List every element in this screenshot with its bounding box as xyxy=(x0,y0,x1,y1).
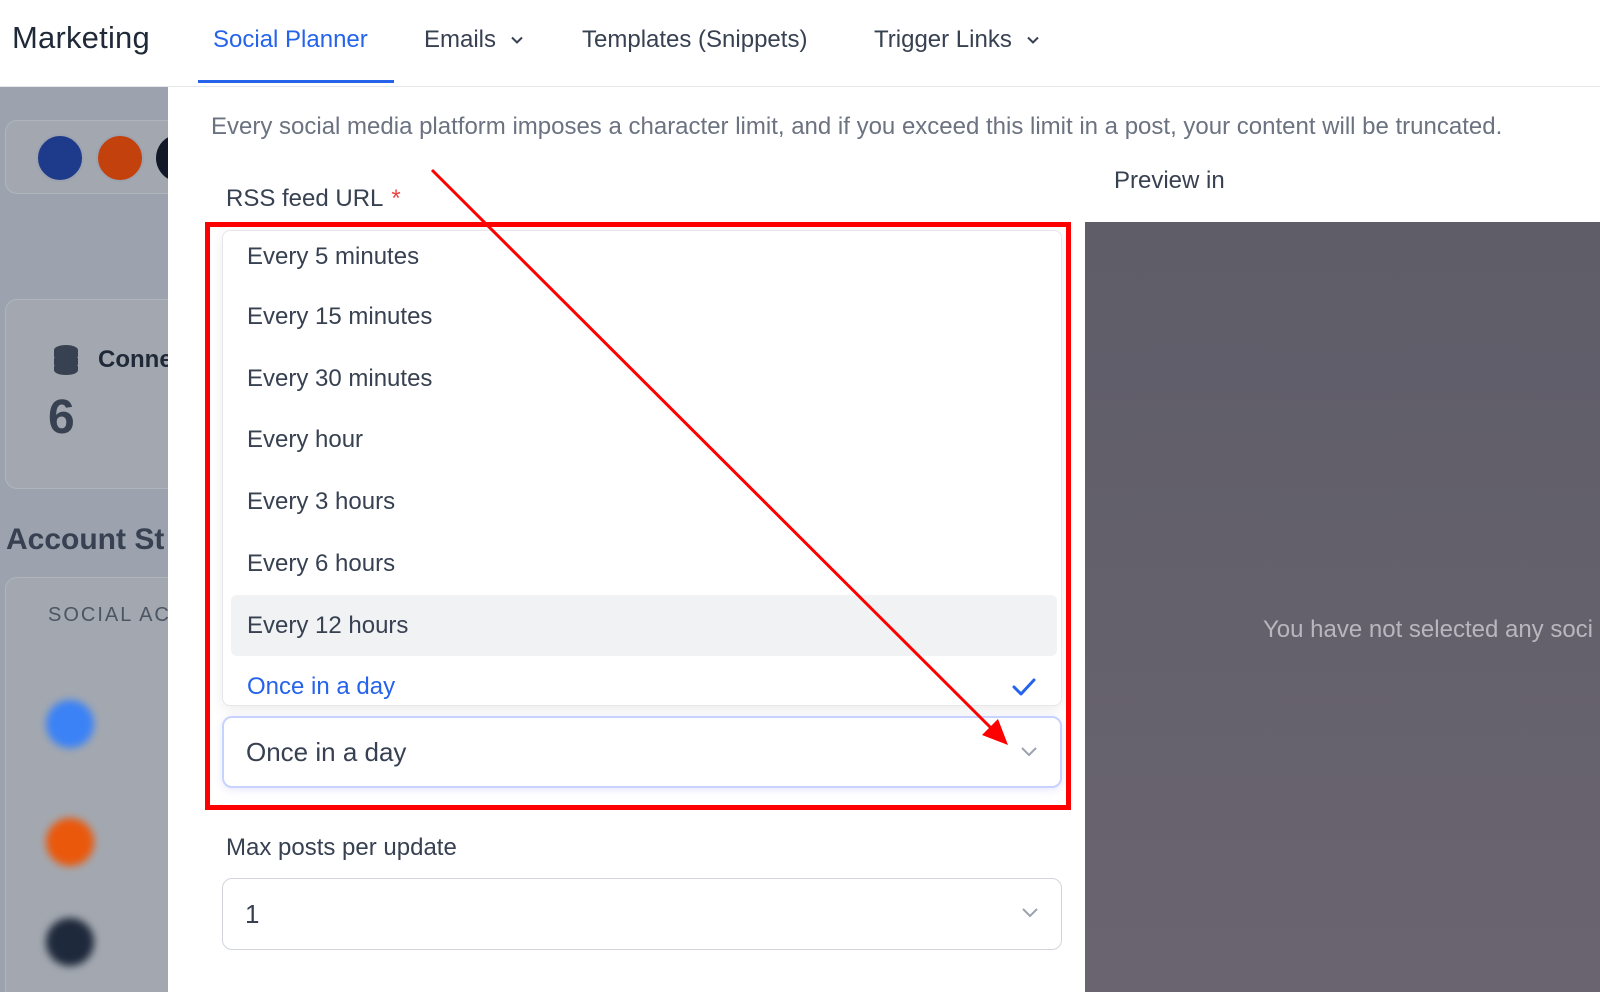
preview-panel: You have not selected any soci xyxy=(1085,222,1600,992)
account-avatar xyxy=(46,818,94,866)
option-label: Every 6 hours xyxy=(247,549,396,577)
option-every-30-minutes[interactable]: Every 30 minutes xyxy=(231,348,1057,409)
option-every-12-hours[interactable]: Every 12 hours xyxy=(231,595,1057,656)
tab-emails[interactable]: Emails xyxy=(424,26,524,54)
chevron-down-icon xyxy=(511,36,523,44)
app-title: Marketing xyxy=(12,20,150,55)
background-page-overlay: Conne 6 Account St SOCIAL AC xyxy=(0,87,168,992)
top-navigation: Marketing Social Planner Emails Template… xyxy=(0,0,1600,87)
option-label: Every 5 minutes xyxy=(247,242,420,270)
option-every-5-minutes[interactable]: Every 5 minutes xyxy=(231,226,1057,287)
active-tab-indicator xyxy=(198,80,394,83)
preview-empty-message: You have not selected any soci xyxy=(1263,616,1594,643)
checkmark-icon xyxy=(1012,678,1036,696)
select-value: 1 xyxy=(245,898,260,929)
table-header: SOCIAL AC xyxy=(48,604,168,626)
account-avatar xyxy=(46,700,94,748)
rss-feed-url-label-text: RSS feed URL xyxy=(226,185,384,212)
option-every-3-hours[interactable]: Every 3 hours xyxy=(231,471,1057,532)
character-limit-notice: Every social media platform imposes a ch… xyxy=(211,113,1503,140)
account-avatar xyxy=(156,134,168,182)
database-icon xyxy=(54,345,78,375)
option-every-15-minutes[interactable]: Every 15 minutes xyxy=(231,286,1057,347)
option-label: Every 15 minutes xyxy=(247,302,433,330)
connected-stat-card: Conne 6 xyxy=(5,299,168,489)
option-label: Every 30 minutes xyxy=(247,364,433,392)
chevron-down-icon xyxy=(1022,908,1038,918)
tab-label: Social Planner xyxy=(213,26,368,53)
option-label: Every 3 hours xyxy=(247,487,396,515)
tab-social-planner[interactable]: Social Planner xyxy=(213,26,368,54)
option-every-6-hours[interactable]: Every 6 hours xyxy=(231,533,1057,594)
option-label: Every 12 hours xyxy=(247,611,409,639)
update-frequency-select[interactable]: Once in a day xyxy=(222,716,1062,788)
required-marker: * xyxy=(391,185,401,212)
option-label: Once in a day xyxy=(247,672,396,700)
tab-templates-snippets[interactable]: Templates (Snippets) xyxy=(582,26,807,54)
chevron-down-icon xyxy=(1027,36,1039,44)
account-avatar xyxy=(96,134,144,182)
connected-accounts-strip xyxy=(5,120,168,194)
account-status-table: SOCIAL AC xyxy=(5,577,168,992)
tab-label: Trigger Links xyxy=(874,26,1012,53)
chevron-down-icon xyxy=(1021,747,1037,757)
tab-trigger-links[interactable]: Trigger Links xyxy=(874,26,1040,54)
tab-label: Templates (Snippets) xyxy=(582,26,808,53)
frequency-dropdown-menu: Every 5 minutes Every 15 minutes Every 3… xyxy=(222,230,1062,706)
tab-label: Emails xyxy=(424,26,497,53)
rss-feed-url-label: RSS feed URL * xyxy=(226,185,401,213)
option-every-hour[interactable]: Every hour xyxy=(231,409,1057,470)
stat-label: Conne xyxy=(98,346,168,373)
stat-value: 6 xyxy=(48,391,75,444)
section-title: Account St xyxy=(6,523,165,556)
option-label: Every hour xyxy=(247,425,364,453)
max-posts-select[interactable]: 1 xyxy=(222,878,1062,950)
max-posts-label: Max posts per update xyxy=(226,834,457,861)
select-value: Once in a day xyxy=(246,736,407,767)
preview-label: Preview in xyxy=(1114,167,1225,194)
account-avatar xyxy=(36,134,84,182)
account-avatar xyxy=(46,918,94,966)
option-once-in-a-day[interactable]: Once in a day xyxy=(231,656,1057,717)
